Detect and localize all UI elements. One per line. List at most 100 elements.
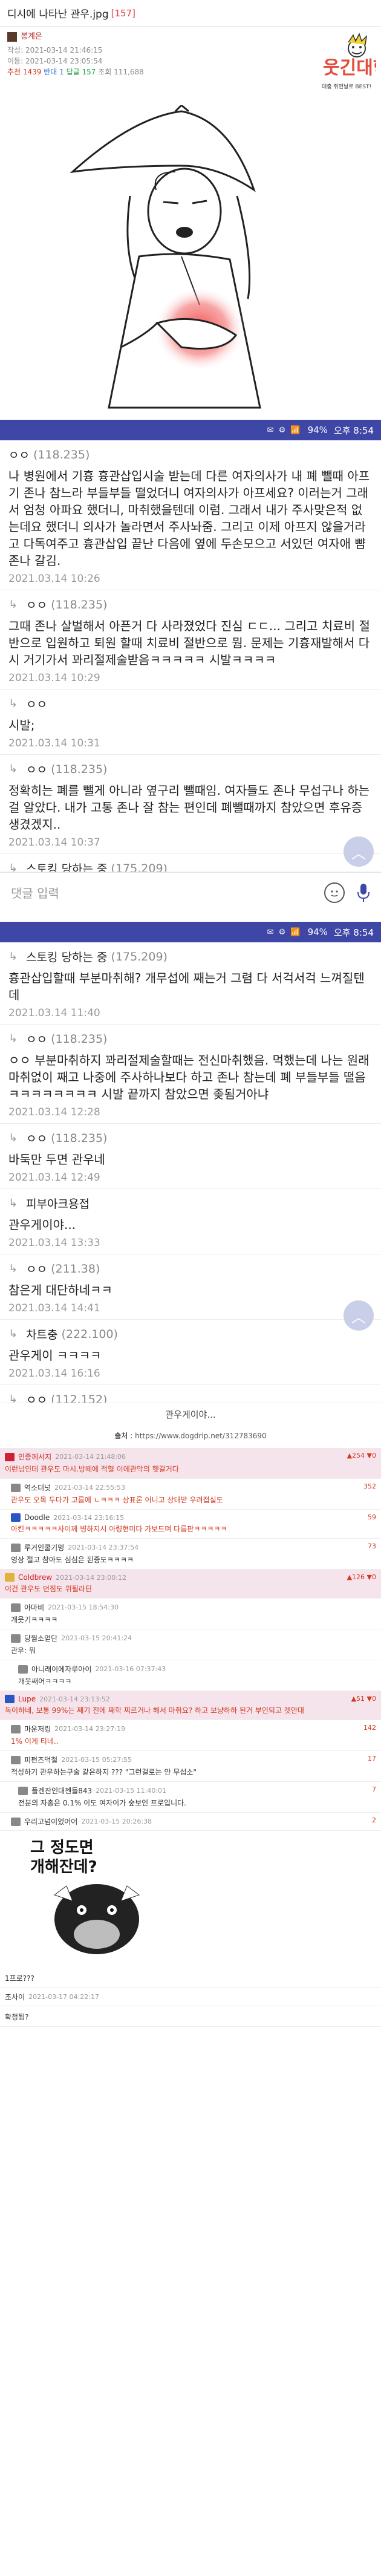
site-comment[interactable]: 플겐잔인대젠들843 2021-03-15 11:40:01 7 전분의 자총은 0.… xyxy=(0,1782,381,1813)
site-comment-header: 피펀즈덕철 2021-03-15 05:27:55 xyxy=(11,1755,376,1765)
site-comment[interactable]: 피펀즈덕철 2021-03-15 05:27:55 17 적성하기 관우하는구술 같은… xyxy=(0,1751,381,1782)
comment-author[interactable]: ㅇㅇ xyxy=(26,761,47,777)
site-comment-nick[interactable]: 당월소얻단 xyxy=(24,1633,57,1643)
comment-author[interactable]: ㅇㅇ xyxy=(26,1260,47,1277)
site-comment-nick[interactable]: 플겐잔인대젠들843 xyxy=(31,1785,92,1796)
comment-ip: (175.209) xyxy=(111,861,168,872)
site-comment[interactable]: 인증께서지 2021-03-14 21:48:06 ▲254 ▼0 이런넘인데 관우도… xyxy=(0,1448,381,1479)
comment-item[interactable]: ㅇㅇ 시발; 2021.03.14 10:31 xyxy=(0,690,381,755)
comment-body: 흉관삽입할때 부분마취해? 개무섭에 째는거 그렴 다 서걱서걱 느껴질텐데 xyxy=(8,971,365,1002)
author-name[interactable]: 봉계은 xyxy=(21,31,42,42)
site-comment-time: 2021-03-16 07:37:43 xyxy=(95,1665,166,1673)
comment-item[interactable]: ㅇㅇ (118.235) 정확히는 폐를 뺄게 아니라 옆구리 뺄때임. 여자들도 … xyxy=(0,755,381,854)
site-comment-score[interactable]: 142 xyxy=(363,1724,376,1732)
site-comment-nick[interactable]: 아니래이에자루아이 xyxy=(31,1664,91,1674)
comment-item[interactable]: ㅇㅇ (118.235) 나 병원에서 기흉 흉관삽입시술 받는데 다른 여자의사가… xyxy=(0,440,381,590)
microphone-icon[interactable] xyxy=(357,882,370,903)
site-comment-nick[interactable]: 우리고넘이었어어 xyxy=(24,1816,77,1827)
site-comment-text: 이런넘인데 관우도 마시.방떼에 적혈 이에관악의 헷갈거다 xyxy=(5,1465,179,1473)
site-comment-header: 조사이 2021-03-17 04:22:17 xyxy=(5,1992,376,2002)
site-comment-nick[interactable]: Doodle xyxy=(24,1513,50,1522)
site-comment[interactable]: 확정됨? xyxy=(0,2006,381,2027)
comment-body: 관우게이야... xyxy=(8,1218,76,1232)
site-comment[interactable]: 아마비 2021-03-15 18:54:30 개웃기ㅋㅋㅋㅋ xyxy=(0,1599,381,1629)
site-comment-text: 개웃쌔어ㅋㅋㅋㅋ xyxy=(18,1677,72,1686)
comment-ip: (118.235) xyxy=(51,1131,108,1145)
comment-author[interactable]: ㅇㅇ xyxy=(8,446,30,463)
comment-item[interactable]: ㅇㅇ (118.235) ㅇㅇ 부분마취하지 꽈리절제술할때는 전신마취했음. 먹했… xyxy=(0,1025,381,1124)
comment-author[interactable]: 차트충 xyxy=(26,1326,57,1342)
site-comment[interactable]: 당월소얻단 2021-03-15 20:41:24 관우: 뭐 xyxy=(0,1629,381,1660)
site-comment-score[interactable]: 352 xyxy=(363,1482,376,1490)
comment-input-bar[interactable]: 댓글 입력 ︿ xyxy=(0,836,381,912)
comment-item[interactable]: ㅇㅇ (211.38) 참은게 대단하네ㅋㅋ 2021.03.14 14:41 xyxy=(0,1254,381,1320)
comment-item[interactable]: 스토킹 당하는 중 (175.209) 흉관삽입할때 부분마취해? 개무섭에 째는거… xyxy=(0,942,381,1025)
meme-image: 그 정도면 개해잔데? xyxy=(0,1831,381,1968)
site-comment-nick[interactable]: 루거인쿨기멍 xyxy=(24,1542,64,1553)
site-comment-score[interactable]: ▲51 ▼0 xyxy=(351,1695,376,1703)
site-comment-nick[interactable]: 조사이 xyxy=(5,1992,25,2002)
comment-author[interactable]: ㅇㅇ xyxy=(26,1031,47,1047)
site-comment-nick[interactable]: 역소더넛 xyxy=(24,1482,51,1493)
site-comment-header: 아니래이에자루아이 2021-03-16 07:37:43 xyxy=(18,1664,376,1674)
site-comment-time: 2021-03-14 22:55:53 xyxy=(54,1484,125,1492)
site-comment[interactable]: Lupe 2021-03-14 23:13:52 ▲51 ▼0 독이하네, 보통 99… xyxy=(0,1691,381,1720)
site-comment[interactable]: 마운저링 2021-03-14 23:27:19 142 1% 이게 티네.. xyxy=(0,1720,381,1751)
post-title: 디시에 나타난 관우.jpg xyxy=(7,8,109,21)
source-url[interactable]: https://www.dogdrip.net/312783690 xyxy=(135,1432,267,1440)
site-comment-list: 인증께서지 2021-03-14 21:48:06 ▲254 ▼0 이런넘인데 관우도… xyxy=(0,1448,381,1831)
comment-author[interactable]: 피부아크용접 xyxy=(26,1195,90,1211)
site-comment-score[interactable]: 2 xyxy=(372,1816,376,1824)
site-comment-score[interactable]: 17 xyxy=(368,1755,376,1762)
scroll-top-button-2[interactable]: ︿ xyxy=(344,1300,374,1331)
comment-item[interactable]: ㅇㅇ (118.235) 바둑만 두면 관우네 2021.03.14 12:49 xyxy=(0,1124,381,1189)
comment-count[interactable]: [157] xyxy=(111,8,135,19)
comment-header: ㅇㅇ (112.152) xyxy=(8,1391,373,1403)
site-comment-time: 2021-03-14 23:16:15 xyxy=(53,1513,125,1522)
site-comment[interactable]: 루거인쿨기멍 2021-03-14 23:37:54 73 영상 절고 참아도 심심은… xyxy=(0,1539,381,1570)
site-comment-nick[interactable]: Lupe xyxy=(18,1695,36,1703)
comment-date: 2021.03.14 10:37 xyxy=(8,836,100,849)
comment-author[interactable]: 스토킹 당하는 중 xyxy=(26,948,107,965)
site-comment[interactable]: 역소더넛 2021-03-14 22:55:53 352 관우도 오목 두다가 고름에… xyxy=(0,1479,381,1510)
emoji-icon[interactable] xyxy=(324,882,345,903)
comment-author[interactable]: ㅇㅇ xyxy=(26,696,47,712)
site-comment-nick[interactable]: 피펀즈덕철 xyxy=(24,1755,57,1765)
comment-item[interactable]: ㅇㅇ (112.152) xyxy=(0,1385,381,1403)
site-comment-text: 관우도 오목 두다가 고름에 ㄴㅋㅋㅋ 상표론 어니고 상태받 우려접실도 xyxy=(11,1496,223,1504)
site-comment-nick[interactable]: 아마비 xyxy=(24,1602,44,1612)
site-comment-nick[interactable]: 인증께서지 xyxy=(18,1452,51,1462)
post-title-bar: 디시에 나타난 관우.jpg [157] xyxy=(0,0,381,27)
site-comment-nick[interactable]: Coldbrew xyxy=(18,1573,52,1582)
comment-item[interactable]: 피부아크용접관우게이야... 2021.03.14 13:33 xyxy=(0,1189,381,1254)
comment-item[interactable]: 차트충 (222.100) 관우게이 ㅋㅋㅋㅋ 2021.03.14 16:16 xyxy=(0,1320,381,1385)
comment-input-placeholder[interactable]: 댓글 입력 xyxy=(11,884,324,901)
site-comment-score[interactable]: ▲254 ▼0 xyxy=(347,1452,376,1459)
comment-author[interactable]: ㅇㅇ xyxy=(26,596,47,613)
comment-author[interactable]: 스토킹 당하는 중 xyxy=(26,860,107,872)
site-comment-score[interactable]: 7 xyxy=(372,1785,376,1793)
comment-author[interactable]: ㅇㅇ xyxy=(26,1130,47,1146)
scroll-top-button[interactable]: ︿ xyxy=(344,836,374,867)
comment-header: ㅇㅇ (118.235) xyxy=(8,761,373,777)
site-comment-header: 플겐잔인대젠들843 2021-03-15 11:40:01 xyxy=(18,1785,376,1796)
site-comment[interactable]: 1프로??? xyxy=(0,1968,381,1988)
comment-item[interactable]: 스토킹 당하는 중 (175.209) xyxy=(0,854,381,872)
site-comment[interactable]: Doodle 2021-03-14 23:16:15 59 아킨ㅋㅋㅋㅋㅋ사이께 병하… xyxy=(0,1510,381,1539)
site-comment[interactable]: 아니래이에자루아이 2021-03-16 07:37:43 개웃쌔어ㅋㅋㅋㅋ xyxy=(0,1660,381,1691)
site-comment[interactable]: 조사이 2021-03-17 04:22:17 xyxy=(0,1988,381,2006)
comment-body: ㅇㅇ 부분마취하지 꽈리절제술할때는 전신마취했음. 먹했는데 나는 원래 마취… xyxy=(8,1053,370,1101)
site-comment-list-tail: 1프로??? 조사이 2021-03-17 04:22:17 확정됨? xyxy=(0,1968,381,2027)
site-comment[interactable]: 우리고넘이었어어 2021-03-15 20:26:38 2 xyxy=(0,1813,381,1831)
comment-ip: (211.38) xyxy=(51,1262,100,1276)
comment-item[interactable]: ㅇㅇ (118.235) 그때 존나 살벌해서 아픈거 다 사라졌었다 진심 ㄷㄷ.… xyxy=(0,590,381,690)
site-comment-nick[interactable]: 마운저링 xyxy=(24,1724,51,1734)
site-comment-score[interactable]: 59 xyxy=(368,1513,376,1521)
site-comment-score[interactable]: ▲126 ▼0 xyxy=(347,1573,376,1581)
site-comment-header: 우리고넘이었어어 2021-03-15 20:26:38 xyxy=(11,1816,376,1827)
site-comment-header: Lupe 2021-03-14 23:13:52 xyxy=(5,1695,376,1703)
comment-author[interactable]: ㅇㅇ xyxy=(26,1391,47,1403)
site-comment[interactable]: Coldbrew 2021-03-14 23:00:12 ▲126 ▼0 이건 관우도… xyxy=(0,1570,381,1599)
site-comment-header: 당월소얻단 2021-03-15 20:41:24 xyxy=(11,1633,376,1643)
site-comment-score[interactable]: 73 xyxy=(368,1542,376,1550)
